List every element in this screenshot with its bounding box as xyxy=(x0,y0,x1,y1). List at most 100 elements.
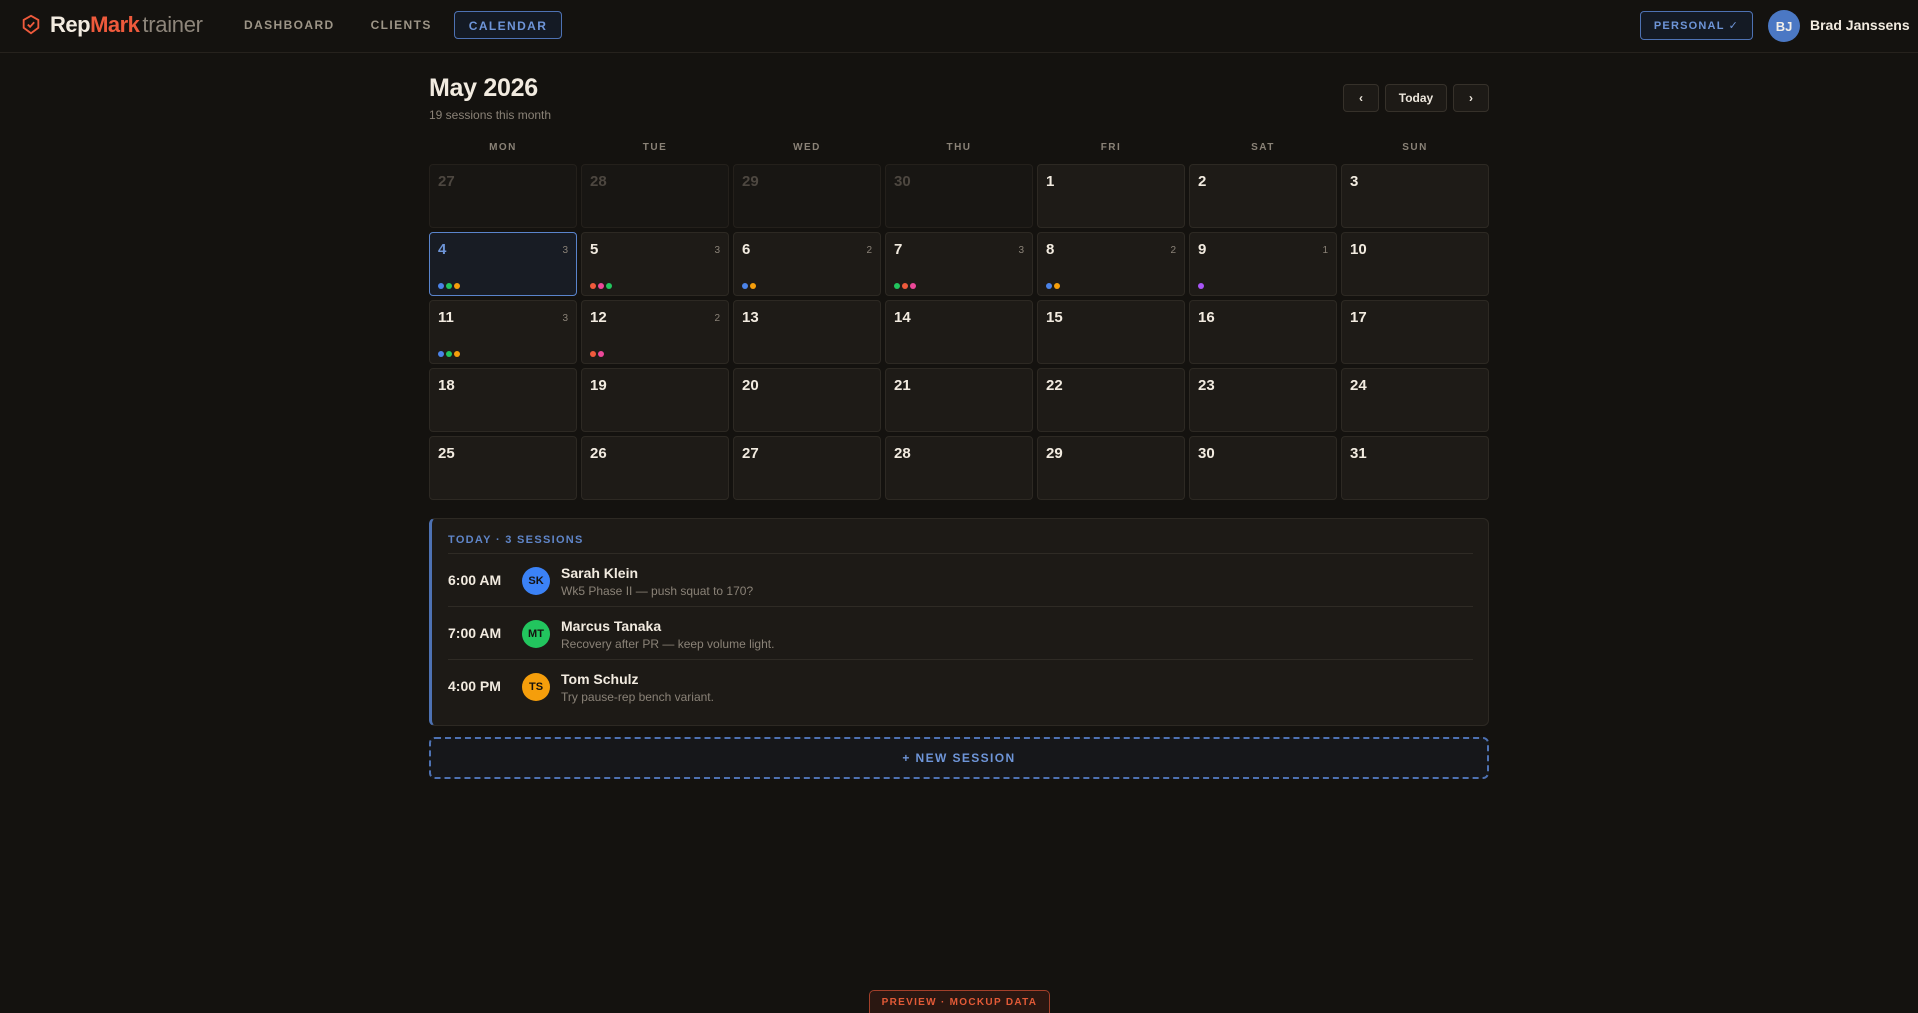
session-row[interactable]: 6:00 AM SK Sarah Klein Wk5 Phase II — pu… xyxy=(448,553,1473,606)
session-dot xyxy=(1054,283,1060,289)
session-row[interactable]: 4:00 PM TS Tom Schulz Try pause-rep benc… xyxy=(448,659,1473,712)
calendar-day-cell[interactable]: 29 xyxy=(733,164,881,228)
session-time: 6:00 AM xyxy=(448,572,502,588)
calendar-day-cell[interactable]: 62 xyxy=(733,232,881,296)
weekday-label: THU xyxy=(946,142,972,153)
calendar-day-cell[interactable]: 27 xyxy=(429,164,577,228)
day-number: 29 xyxy=(1046,445,1063,462)
calendar-day-cell[interactable]: 30 xyxy=(1189,436,1337,500)
session-list: 6:00 AM SK Sarah Klein Wk5 Phase II — pu… xyxy=(448,553,1473,712)
preview-badge: PREVIEW · MOCKUP DATA xyxy=(869,990,1050,1013)
day-number: 25 xyxy=(438,445,455,462)
calendar-day-cell[interactable]: 26 xyxy=(581,436,729,500)
day-number: 27 xyxy=(742,445,759,462)
calendar-day-cell[interactable]: 3 xyxy=(1341,164,1489,228)
calendar-day-cell[interactable]: 29 xyxy=(1037,436,1185,500)
session-dot xyxy=(894,283,900,289)
calendar-day-cell[interactable]: 10 xyxy=(1341,232,1489,296)
calendar-day-cell[interactable]: 20 xyxy=(733,368,881,432)
client-avatar: TS xyxy=(522,673,550,701)
calendar-day-cell[interactable]: 28 xyxy=(581,164,729,228)
brand-logo[interactable]: Rep Mark trainer xyxy=(20,12,203,38)
session-count: 3 xyxy=(562,245,568,256)
day-number: 21 xyxy=(894,377,911,394)
calendar-day-cell[interactable]: 91 xyxy=(1189,232,1337,296)
calendar-day-cell[interactable]: 18 xyxy=(429,368,577,432)
weekday-header: MON TUE WED THU FRI SAT SUN xyxy=(429,142,1489,153)
month-session-count: 19 sessions this month xyxy=(429,108,552,122)
session-dots xyxy=(1046,283,1062,289)
day-number: 5 xyxy=(590,241,599,258)
calendar-day-cell[interactable]: 24 xyxy=(1341,368,1489,432)
calendar-day-cell[interactable]: 13 xyxy=(733,300,881,364)
session-dot xyxy=(454,351,460,357)
brand-name-mark: Mark xyxy=(90,12,140,37)
session-dot xyxy=(750,283,756,289)
day-number: 6 xyxy=(742,241,751,258)
session-dots xyxy=(742,283,758,289)
new-session-button[interactable]: + NEW SESSION xyxy=(429,737,1489,779)
calendar-day-cell[interactable]: 1 xyxy=(1037,164,1185,228)
calendar-day-cell[interactable]: 16 xyxy=(1189,300,1337,364)
calendar-day-cell[interactable]: 11 3 xyxy=(429,300,577,364)
session-dot xyxy=(598,351,604,357)
session-dot xyxy=(1198,283,1204,289)
session-dots xyxy=(438,283,462,289)
nav-dashboard[interactable]: DASHBOARD xyxy=(226,11,353,39)
day-number: 14 xyxy=(894,309,911,326)
day-number: 19 xyxy=(590,377,607,394)
avatar[interactable]: BJ xyxy=(1768,10,1800,42)
day-number: 4 xyxy=(438,241,447,258)
day-number: 29 xyxy=(742,173,759,190)
day-number: 1 xyxy=(1046,173,1055,190)
session-dot xyxy=(438,283,444,289)
day-number: 17 xyxy=(1350,309,1367,326)
nav-clients[interactable]: CLIENTS xyxy=(353,11,450,39)
day-number: 13 xyxy=(742,309,759,326)
chevron-right-icon: › xyxy=(1469,91,1473,105)
session-dot xyxy=(590,351,596,357)
brand-name-trainer: trainer xyxy=(142,12,203,37)
nav-calendar[interactable]: CALENDAR xyxy=(453,11,563,39)
calendar-day-cell[interactable]: 14 xyxy=(885,300,1033,364)
calendar-day-cell[interactable]: 15 xyxy=(1037,300,1185,364)
next-month-button[interactable]: › xyxy=(1453,84,1489,112)
mode-toggle-button[interactable]: PERSONAL ✓ xyxy=(1640,11,1753,40)
prev-month-button[interactable]: ‹ xyxy=(1343,84,1379,112)
session-row[interactable]: 7:00 AM MT Marcus Tanaka Recovery after … xyxy=(448,606,1473,659)
calendar-day-cell[interactable]: 43 xyxy=(429,232,577,296)
calendar-day-cell[interactable]: 19 xyxy=(581,368,729,432)
session-count: 2 xyxy=(866,245,872,256)
calendar-day-cell[interactable]: 82 xyxy=(1037,232,1185,296)
session-dots xyxy=(1198,283,1206,289)
session-note: Try pause-rep bench variant. xyxy=(561,690,714,704)
calendar-day-cell[interactable]: 23 xyxy=(1189,368,1337,432)
session-dot xyxy=(1046,283,1052,289)
day-number: 2 xyxy=(1198,173,1207,190)
calendar-day-cell[interactable]: 31 xyxy=(1341,436,1489,500)
session-dots xyxy=(894,283,918,289)
calendar-day-cell[interactable]: 73 xyxy=(885,232,1033,296)
calendar-day-cell[interactable]: 17 xyxy=(1341,300,1489,364)
calendar-grid: 27 28 29 30 1 2 3 4 3 5 3 6 2 7 3 8 2 9 1 10 11 3 12 2 13 14 15 16 1… xyxy=(429,164,1489,500)
session-dot xyxy=(742,283,748,289)
day-number: 28 xyxy=(590,173,607,190)
calendar-day-cell[interactable]: 2 xyxy=(1189,164,1337,228)
day-number: 24 xyxy=(1350,377,1367,394)
calendar-day-cell[interactable]: 27 xyxy=(733,436,881,500)
session-dot xyxy=(598,283,604,289)
calendar-day-cell[interactable]: 21 xyxy=(885,368,1033,432)
calendar-day-cell[interactable]: 30 xyxy=(885,164,1033,228)
calendar-day-cell[interactable]: 53 xyxy=(581,232,729,296)
calendar-day-cell[interactable]: 22 xyxy=(1037,368,1185,432)
calendar-day-cell[interactable]: 28 xyxy=(885,436,1033,500)
weekday-label: SUN xyxy=(1402,142,1428,153)
top-bar: Rep Mark trainer DASHBOARD CLIENTS CALENDA… xyxy=(0,0,1918,53)
weekday-label: TUE xyxy=(642,142,668,153)
user-name[interactable]: Brad Janssens xyxy=(1810,17,1910,33)
calendar-day-cell[interactable]: 12 2 xyxy=(581,300,729,364)
calendar-day-cell[interactable]: 25 xyxy=(429,436,577,500)
session-dot xyxy=(910,283,916,289)
today-button[interactable]: Today xyxy=(1385,84,1447,112)
session-note: Wk5 Phase II — push squat to 170? xyxy=(561,584,754,598)
